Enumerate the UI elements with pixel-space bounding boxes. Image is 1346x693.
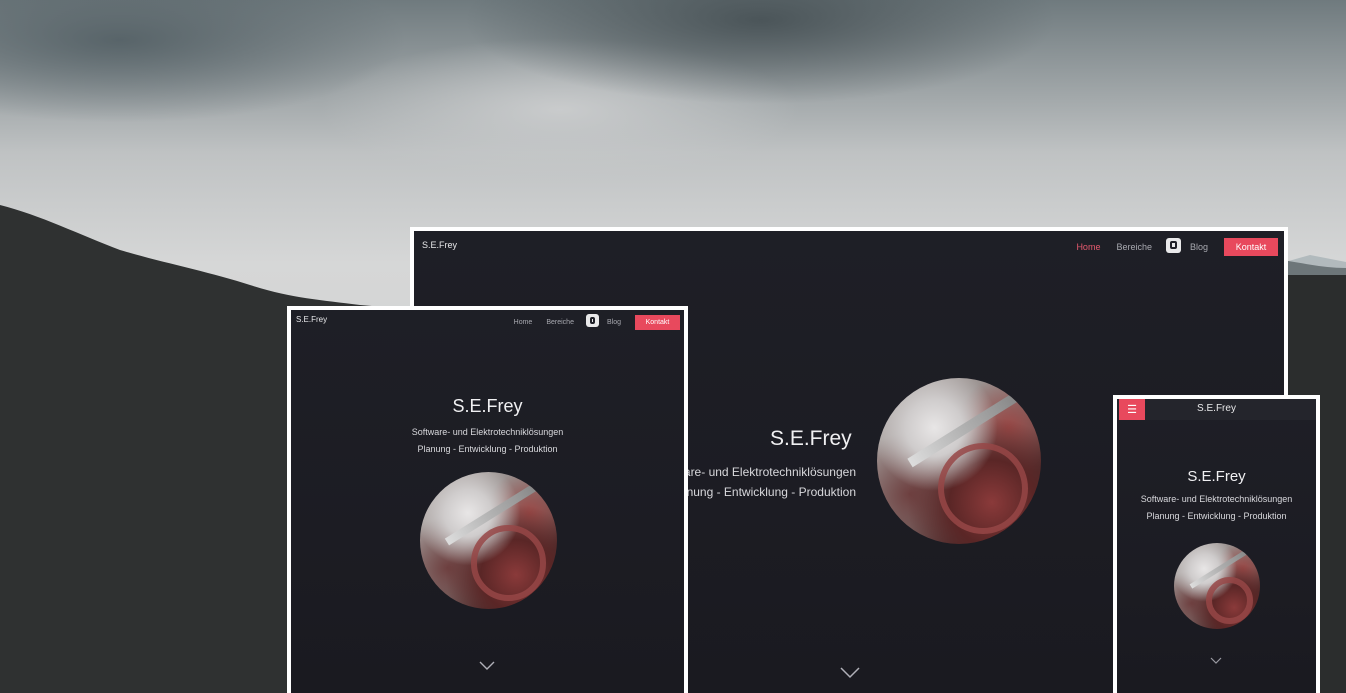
brand-logo[interactable]: S.E.Frey <box>1117 403 1316 414</box>
chevron-down-icon[interactable] <box>840 667 860 679</box>
nav-home[interactable]: Home <box>514 319 533 326</box>
chevron-down-icon[interactable] <box>1210 657 1222 665</box>
hero-title: S.E.Frey <box>452 396 523 416</box>
contact-button[interactable]: Kontakt <box>635 314 680 330</box>
hero-tagline: Software- und Elektrotechniklösungen <box>411 427 564 437</box>
hero-title: S.E.Frey <box>770 427 852 450</box>
contact-button[interactable]: Kontakt <box>1224 238 1278 256</box>
tablet-mockup: S.E.Frey Home Bereiche Blog Kontakt S.E.… <box>287 306 688 693</box>
brand-logo[interactable]: S.E.Frey <box>422 240 457 250</box>
blogger-icon[interactable] <box>1165 237 1181 253</box>
hero-tagline: are- und Elektrotechniklösungen <box>683 465 856 479</box>
hero-photo <box>877 378 1041 544</box>
tablet-nav: Home Bereiche Blog Kontakt <box>514 314 680 330</box>
chevron-down-icon[interactable] <box>479 661 495 671</box>
nav-home[interactable]: Home <box>1076 242 1100 252</box>
nav-blog[interactable]: Blog <box>607 319 621 326</box>
tablet-screen: S.E.Frey Home Bereiche Blog Kontakt S.E.… <box>291 310 684 693</box>
nav-areas[interactable]: Bereiche <box>1116 242 1152 252</box>
phone-mockup: ☰ S.E.Frey S.E.Frey Software- und Elektr… <box>1113 395 1320 693</box>
hero-title: S.E.Frey <box>1187 468 1246 485</box>
desktop-nav: Home Bereiche Blog Kontakt <box>1076 237 1278 257</box>
hero-subline: Planung - Entwicklung - Produktion <box>1146 511 1287 521</box>
blogger-icon[interactable] <box>585 314 599 327</box>
hero-subline: anung - Entwicklung - Produktion <box>679 485 856 499</box>
brand-logo[interactable]: S.E.Frey <box>296 315 327 324</box>
hero-photo <box>1174 543 1260 629</box>
nav-blog[interactable]: Blog <box>1190 242 1208 252</box>
phone-screen: ☰ S.E.Frey S.E.Frey Software- und Elektr… <box>1117 399 1316 693</box>
hero-photo <box>420 472 557 609</box>
nav-areas[interactable]: Bereiche <box>546 319 574 326</box>
hero-subline: Planung - Entwicklung - Produktion <box>417 444 558 454</box>
hero-tagline: Software- und Elektrotechniklösungen <box>1140 494 1293 504</box>
